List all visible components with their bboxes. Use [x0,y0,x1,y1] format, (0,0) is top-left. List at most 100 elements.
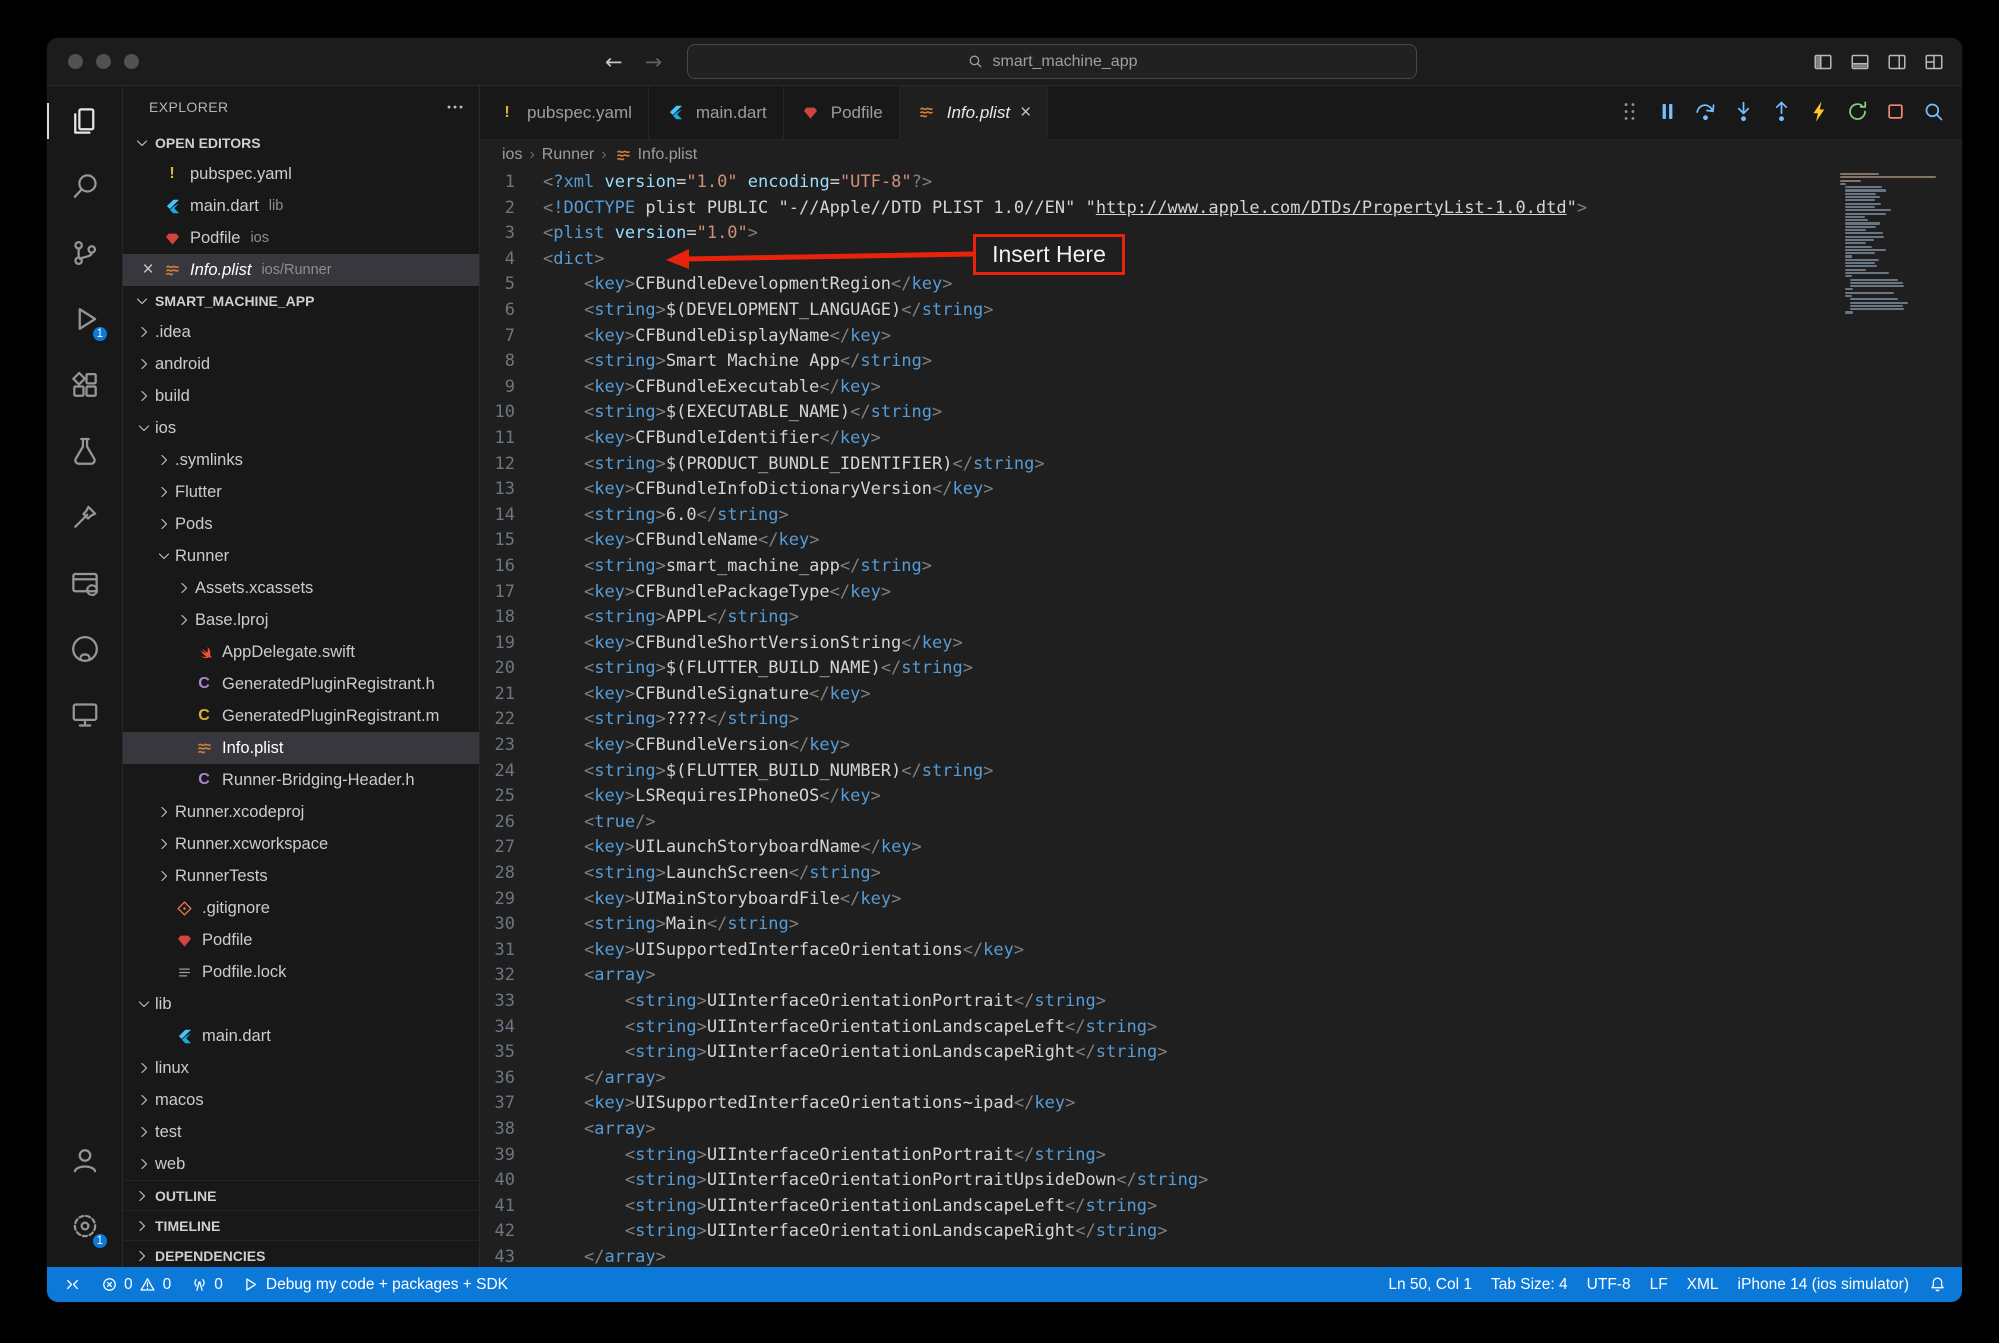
zoom-window-button[interactable] [124,54,139,69]
code-line[interactable]: 32 <array> [480,963,1962,989]
open-editor-main-dart[interactable]: main.dartlib [123,190,479,222]
code-line[interactable]: 29 <key>UIMainStoryboardFile</key> [480,887,1962,913]
code-line[interactable]: 28 <string>LaunchScreen</string> [480,861,1962,887]
activity-tools-button[interactable] [47,484,122,550]
tree-item-appdelegate-swift[interactable]: AppDelegate.swift [123,636,479,668]
code-line[interactable]: 16 <string>smart_machine_app</string> [480,554,1962,580]
code-line[interactable]: 31 <key>UISupportedInterfaceOrientations… [480,938,1962,964]
toggle-sidebar-icon[interactable] [1813,52,1833,72]
tree-item-gitignore[interactable]: .gitignore [123,892,479,924]
activity-remote-window-button[interactable] [47,550,122,616]
code-line[interactable]: 12 <string>$(PRODUCT_BUNDLE_IDENTIFIER)<… [480,452,1962,478]
close-editor-icon[interactable]: × [135,259,161,281]
minimap[interactable] [1840,173,1944,315]
tree-item-main-dart[interactable]: main.dart [123,1020,479,1052]
close-window-button[interactable] [68,54,83,69]
tab-main-dart[interactable]: main.dart [649,86,784,139]
customize-layout-icon[interactable] [1924,52,1944,72]
code-line[interactable]: 33 <string>UIInterfaceOrientationPortrai… [480,989,1962,1015]
tree-item-flutter[interactable]: Flutter [123,476,479,508]
pause-button[interactable] [1651,95,1684,128]
activity-testing-button[interactable] [47,418,122,484]
breadcrumb-info-plist[interactable]: Info.plist [614,145,698,165]
code-line[interactable]: 14 <string>6.0</string> [480,503,1962,529]
activity-explorer-button[interactable] [47,88,122,154]
tree-item-base-lproj[interactable]: Base.lproj [123,604,479,636]
restart-button[interactable] [1841,95,1874,128]
step-over-button[interactable] [1689,95,1722,128]
open-editor-pubspec-yaml[interactable]: !pubspec.yaml [123,158,479,190]
code-line[interactable]: 30 <string>Main</string> [480,912,1962,938]
code-line[interactable]: 17 <key>CFBundlePackageType</key> [480,580,1962,606]
tree-item-generatedpluginregistrant-h[interactable]: CGeneratedPluginRegistrant.h [123,668,479,700]
code-line[interactable]: 19 <key>CFBundleShortVersionString</key> [480,631,1962,657]
tree-item-podfile[interactable]: Podfile [123,924,479,956]
status-debug-launch[interactable]: Debug my code + packages + SDK [242,1276,508,1294]
code-line[interactable]: 42 <string>UIInterfaceOrientationLandsca… [480,1219,1962,1245]
code-line[interactable]: 39 <string>UIInterfaceOrientationPortrai… [480,1143,1962,1169]
pane-dependencies[interactable]: DEPENDENCIES [123,1240,479,1267]
project-header[interactable]: SMART_MACHINE_APP [123,286,479,316]
code-line[interactable]: 34 <string>UIInterfaceOrientationLandsca… [480,1015,1962,1041]
breadcrumb-runner[interactable]: Runner [542,146,594,164]
code-line[interactable]: 25 <key>LSRequiresIPhoneOS</key> [480,784,1962,810]
code-line[interactable]: 3<plist version="1.0"> [480,221,1962,247]
code-line[interactable]: 7 <key>CFBundleDisplayName</key> [480,324,1962,350]
tab-pubspec-yaml[interactable]: !pubspec.yaml [480,86,649,139]
tree-item-web[interactable]: web [123,1148,479,1180]
breadcrumb-ios[interactable]: ios [502,146,522,164]
code-line[interactable]: 10 <string>$(EXECUTABLE_NAME)</string> [480,400,1962,426]
tree-item-idea[interactable]: .idea [123,316,479,348]
pane-outline[interactable]: OUTLINE [123,1180,479,1210]
activity-extensions-button[interactable] [47,352,122,418]
toggle-secondary-sidebar-icon[interactable] [1887,52,1907,72]
code-line[interactable]: 40 <string>UIInterfaceOrientationPortrai… [480,1168,1962,1194]
tree-item-runner-bridging-header-h[interactable]: CRunner-Bridging-Header.h [123,764,479,796]
tree-item-macos[interactable]: macos [123,1084,479,1116]
code-line[interactable]: 22 <string>????</string> [480,707,1962,733]
status-language-mode[interactable]: XML [1687,1276,1719,1294]
hot-reload-button[interactable] [1803,95,1836,128]
pane-timeline[interactable]: TIMELINE [123,1210,479,1240]
status-encoding[interactable]: UTF-8 [1587,1276,1631,1294]
status-cursor-position[interactable]: Ln 50, Col 1 [1388,1276,1472,1294]
code-line[interactable]: 1<?xml version="1.0" encoding="UTF-8"?> [480,170,1962,196]
tree-item-assets-xcassets[interactable]: Assets.xcassets [123,572,479,604]
toggle-panel-icon[interactable] [1850,52,1870,72]
activity-github-button[interactable] [47,616,122,682]
drag-handle-button[interactable] [1613,95,1646,128]
tab-info-plist[interactable]: Info.plist× [900,86,1048,139]
code-line[interactable]: 27 <key>UILaunchStoryboardName</key> [480,835,1962,861]
code-line[interactable]: 38 <array> [480,1117,1962,1143]
tree-item-linux[interactable]: linux [123,1052,479,1084]
activity-remote-explorer-button[interactable] [47,682,122,748]
tree-item-runnertests[interactable]: RunnerTests [123,860,479,892]
tree-item-runner[interactable]: Runner [123,540,479,572]
code-line[interactable]: 9 <key>CFBundleExecutable</key> [480,375,1962,401]
activity-run-debug-button[interactable]: 1 [47,286,122,352]
open-editor-podfile[interactable]: Podfileios [123,222,479,254]
inspect-button[interactable] [1917,95,1950,128]
code-line[interactable]: 24 <string>$(FLUTTER_BUILD_NUMBER)</stri… [480,759,1962,785]
activity-account-button[interactable] [47,1127,122,1193]
status-device[interactable]: iPhone 14 (ios simulator) [1738,1276,1909,1294]
activity-source-control-button[interactable] [47,220,122,286]
tree-item-runner-xcworkspace[interactable]: Runner.xcworkspace [123,828,479,860]
status-notifications[interactable] [1928,1276,1946,1294]
tree-item-runner-xcodeproj[interactable]: Runner.xcodeproj [123,796,479,828]
close-tab-icon[interactable]: × [1020,102,1031,124]
code-line[interactable]: 37 <key>UISupportedInterfaceOrientations… [480,1091,1962,1117]
tree-item-ios[interactable]: ios [123,412,479,444]
tab-podfile[interactable]: Podfile [784,86,900,139]
code-line[interactable]: 6 <string>$(DEVELOPMENT_LANGUAGE)</strin… [480,298,1962,324]
code-editor[interactable]: 1<?xml version="1.0" encoding="UTF-8"?> 2… [480,170,1962,1267]
tree-item-generatedpluginregistrant-m[interactable]: CGeneratedPluginRegistrant.m [123,700,479,732]
tree-item-info-plist[interactable]: Info.plist [123,732,479,764]
tree-item-build[interactable]: build [123,380,479,412]
code-line[interactable]: 13 <key>CFBundleInfoDictionaryVersion</k… [480,477,1962,503]
code-line[interactable]: 15 <key>CFBundleName</key> [480,528,1962,554]
tree-item-test[interactable]: test [123,1116,479,1148]
open-editors-header[interactable]: OPEN EDITORS [123,128,479,158]
activity-settings-button[interactable]: 1 [47,1193,122,1259]
tree-item-symlinks[interactable]: .symlinks [123,444,479,476]
